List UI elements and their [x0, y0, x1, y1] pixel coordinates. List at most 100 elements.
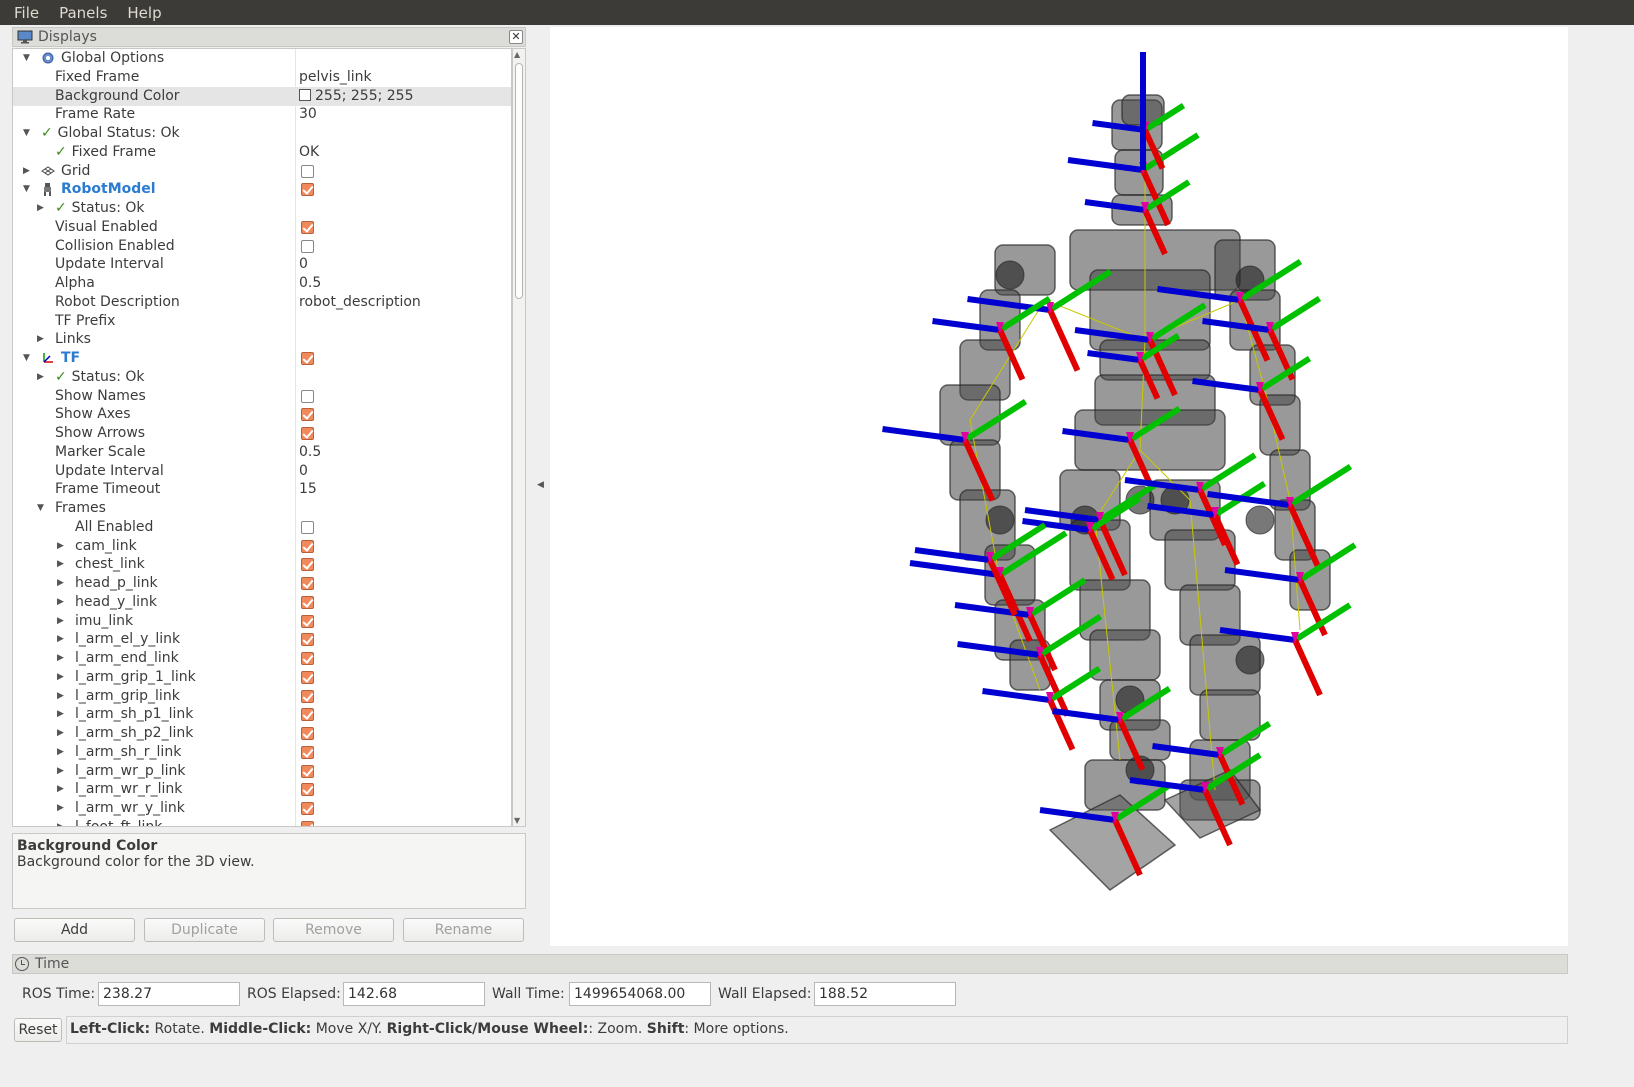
tree-row-checkbox[interactable] — [301, 352, 314, 365]
tree-row[interactable]: ▶ l_arm_grip_link — [13, 687, 511, 706]
expand-arrow-right-icon[interactable]: ▶ — [57, 780, 64, 799]
tree-row[interactable]: Show Arrows — [13, 424, 511, 443]
scroll-down-icon[interactable]: ▼ — [514, 816, 520, 825]
tree-row[interactable]: Visual Enabled — [13, 218, 511, 237]
add-button[interactable]: Add — [14, 918, 135, 942]
color-swatch[interactable] — [299, 88, 311, 101]
wall-time-field[interactable]: 1499654068.00 — [569, 982, 711, 1006]
tree-row[interactable]: ▶ l_arm_wr_p_link — [13, 762, 511, 781]
tree-row-checkbox[interactable] — [301, 820, 314, 826]
tree-row[interactable]: ▼ TF — [13, 349, 511, 368]
tree-row-checkbox[interactable] — [301, 183, 314, 197]
expand-arrow-right-icon[interactable]: ▶ — [37, 199, 44, 218]
expand-arrow-down-icon[interactable]: ▼ — [23, 349, 30, 368]
tree-row[interactable]: ✓ Fixed Frame OK — [13, 143, 511, 162]
tree-row-checkbox[interactable] — [301, 427, 314, 440]
tree-row-value[interactable]: 30 — [299, 105, 317, 124]
expand-arrow-down-icon[interactable]: ▼ — [23, 49, 30, 68]
tree-row[interactable]: ▶ head_p_link — [13, 574, 511, 593]
tree-row-value[interactable]: 0.5 — [299, 443, 321, 462]
tree-row-checkbox[interactable] — [301, 764, 314, 778]
tree-row-checkbox[interactable] — [301, 389, 314, 403]
expand-arrow-right-icon[interactable]: ▶ — [57, 724, 64, 743]
tree-row[interactable]: Update Interval 0 — [13, 255, 511, 274]
tree-row[interactable]: ▶ Links — [13, 330, 511, 349]
expand-arrow-right-icon[interactable]: ▶ — [57, 555, 64, 574]
tree-row[interactable]: ▼ Global Options — [13, 49, 511, 68]
expand-arrow-right-icon[interactable]: ▶ — [57, 668, 64, 687]
expand-arrow-down-icon[interactable]: ▼ — [23, 124, 30, 143]
tree-row[interactable]: Update Interval 0 — [13, 462, 511, 481]
tree-row[interactable]: ▶ ✓ Status: Ok — [13, 199, 511, 218]
tree-row[interactable]: ▶ cam_link — [13, 537, 511, 556]
tree-row-value[interactable]: 0 — [299, 255, 308, 274]
tree-row[interactable]: Background Color 255; 255; 255 — [13, 86, 511, 106]
tree-row[interactable]: Show Axes — [13, 405, 511, 424]
expand-arrow-right-icon[interactable]: ▶ — [57, 649, 64, 668]
tree-row[interactable]: ▶ l_arm_grip_1_link — [13, 668, 511, 687]
expand-arrow-right-icon[interactable]: ▶ — [57, 574, 64, 593]
close-icon[interactable]: ✕ — [509, 30, 523, 44]
ros-time-field[interactable]: 238.27 — [98, 982, 240, 1006]
expand-arrow-right-icon[interactable]: ▶ — [57, 630, 64, 649]
reset-button[interactable]: Reset — [14, 1018, 62, 1042]
tree-row[interactable]: ▼ ✓ Global Status: Ok — [13, 124, 511, 143]
tree-row-value[interactable]: OK — [299, 143, 319, 162]
tree-row[interactable]: All Enabled — [13, 518, 511, 537]
tree-row-value[interactable]: 0 — [299, 462, 308, 481]
expand-arrow-down-icon[interactable]: ▼ — [23, 180, 30, 199]
tree-row[interactable]: Frame Rate 30 — [13, 105, 511, 124]
expand-arrow-right-icon[interactable]: ▶ — [57, 593, 64, 612]
tree-row[interactable]: Collision Enabled — [13, 237, 511, 256]
expand-arrow-right-icon[interactable]: ▶ — [23, 162, 30, 181]
tree-row[interactable]: Fixed Frame pelvis_link — [13, 68, 511, 87]
tree-row-checkbox[interactable] — [301, 614, 314, 628]
scroll-up-icon[interactable]: ▲ — [514, 50, 520, 59]
remove-button[interactable]: Remove — [273, 918, 394, 942]
tree-row[interactable]: ▼ Frames — [13, 499, 511, 518]
tree-row-checkbox[interactable] — [301, 577, 314, 590]
menu-panels[interactable]: Panels — [59, 4, 107, 22]
tree-row[interactable]: ▶ l_arm_wr_r_link — [13, 780, 511, 799]
tree-row-value[interactable]: 0.5 — [299, 274, 321, 293]
tree-row-checkbox[interactable] — [301, 708, 314, 722]
tree-row[interactable]: ▶ l_arm_wr_y_link — [13, 799, 511, 818]
tree-row-checkbox[interactable] — [301, 652, 314, 665]
tree-row[interactable]: ▶ head_y_link — [13, 593, 511, 612]
tree-row-checkbox[interactable] — [301, 633, 314, 647]
tree-row-checkbox[interactable] — [301, 520, 314, 534]
tree-row-checkbox[interactable] — [301, 595, 314, 609]
expand-arrow-right-icon[interactable]: ▶ — [57, 705, 64, 724]
tree-row[interactable]: ▼ RobotModel — [13, 180, 511, 199]
expand-arrow-right-icon[interactable]: ▶ — [57, 612, 64, 631]
tree-row-value[interactable]: 15 — [299, 480, 317, 499]
tree-row-checkbox[interactable] — [301, 802, 314, 815]
tree-row[interactable]: TF Prefix — [13, 312, 511, 331]
tree-row[interactable]: Robot Description robot_description — [13, 293, 511, 312]
expand-arrow-right-icon[interactable]: ▶ — [57, 762, 64, 781]
tree-row-value[interactable]: robot_description — [299, 293, 421, 312]
ros-elapsed-field[interactable]: 142.68 — [343, 982, 485, 1006]
tree-row[interactable]: Frame Timeout 15 — [13, 480, 511, 499]
tree-row-checkbox[interactable] — [301, 539, 314, 553]
tree-row[interactable]: ▶ chest_link — [13, 555, 511, 574]
tree-row-checkbox[interactable] — [301, 164, 314, 178]
tree-row[interactable]: ▶ Grid — [13, 162, 511, 181]
tree-row[interactable]: ▶ l_arm_sh_p1_link — [13, 705, 511, 724]
tree-row[interactable]: Marker Scale 0.5 — [13, 443, 511, 462]
rename-button[interactable]: Rename — [403, 918, 524, 942]
tree-row[interactable]: ▶ l_foot_ft_link — [13, 818, 511, 826]
collapse-arrow-icon[interactable]: ◀ — [537, 480, 544, 490]
tree-row-checkbox[interactable] — [301, 670, 314, 684]
tree-row[interactable]: ▶ l_arm_sh_r_link — [13, 743, 511, 762]
tree-row[interactable]: ▶ l_arm_end_link — [13, 649, 511, 668]
tree-row-checkbox[interactable] — [301, 239, 314, 253]
expand-arrow-right-icon[interactable]: ▶ — [37, 368, 44, 387]
menu-help[interactable]: Help — [127, 4, 161, 22]
tree-scrollbar[interactable]: ▲ ▼ — [512, 48, 526, 827]
menu-file[interactable]: File — [14, 4, 39, 22]
expand-arrow-right-icon[interactable]: ▶ — [57, 799, 64, 818]
duplicate-button[interactable]: Duplicate — [144, 918, 265, 942]
scrollbar-thumb[interactable] — [515, 63, 523, 299]
tree-row-checkbox[interactable] — [301, 727, 314, 740]
